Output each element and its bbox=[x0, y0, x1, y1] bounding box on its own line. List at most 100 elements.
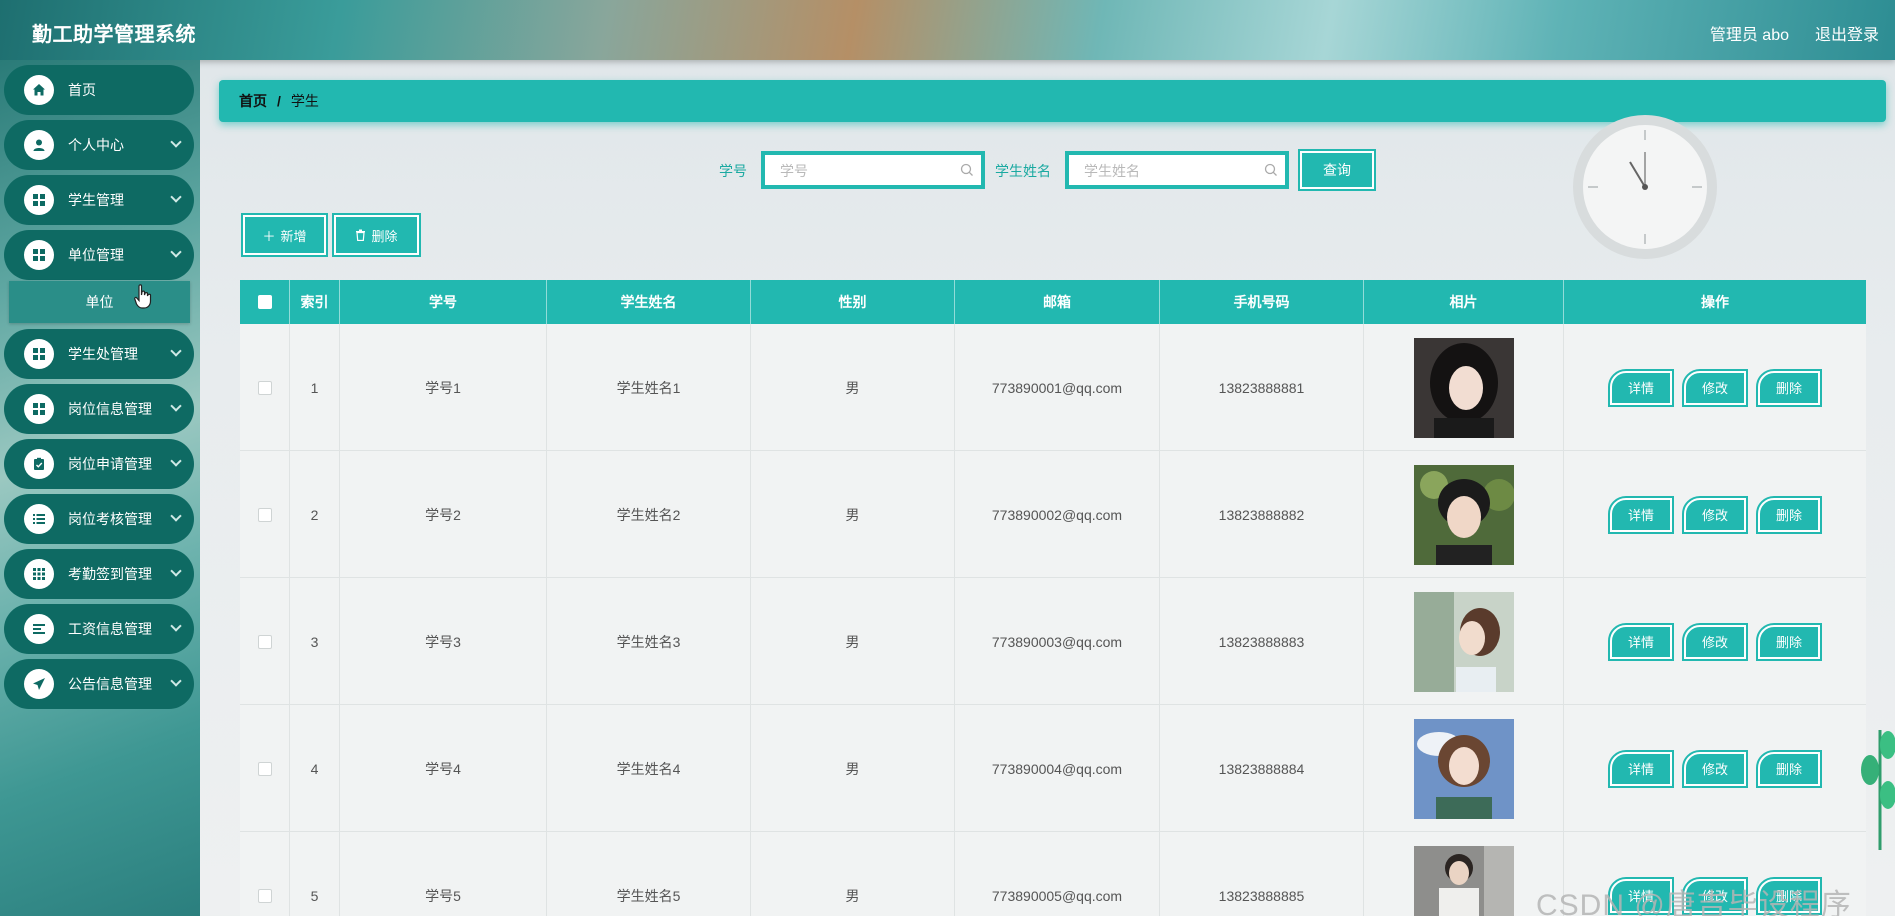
delete-button[interactable]: 删除 bbox=[1756, 368, 1822, 407]
sidebar-item-personal-center[interactable]: 个人中心 bbox=[4, 120, 194, 170]
detail-button[interactable]: 详情 bbox=[1608, 749, 1674, 788]
row-select-cell bbox=[240, 451, 290, 578]
edit-button[interactable]: 修改 bbox=[1682, 495, 1748, 534]
index-cell: 3 bbox=[290, 578, 340, 705]
chevron-down-icon bbox=[170, 246, 182, 258]
photo-cell bbox=[1364, 832, 1564, 916]
add-button[interactable]: ＋ 新增 bbox=[241, 213, 328, 257]
user-icon bbox=[24, 130, 54, 160]
student-photo bbox=[1413, 591, 1514, 692]
select-all-cell bbox=[240, 280, 290, 324]
align-icon bbox=[24, 614, 54, 644]
top-header: 勤工助学管理系统 管理员 abo 退出登录 bbox=[0, 0, 1895, 60]
chevron-down-icon bbox=[170, 191, 182, 203]
sidebar-item-notice-mgmt[interactable]: 公告信息管理 bbox=[4, 659, 194, 709]
breadcrumb-current: 学生 bbox=[290, 93, 319, 109]
row-select-cell bbox=[240, 705, 290, 832]
clock-decoration-icon bbox=[1573, 115, 1717, 259]
student-photo bbox=[1413, 464, 1514, 565]
photo-cell bbox=[1364, 324, 1564, 451]
student-name-label: 学生姓名 bbox=[995, 163, 1051, 179]
sidebar-item-job-info-mgmt[interactable]: 岗位信息管理 bbox=[4, 384, 194, 434]
delete-button[interactable]: 删除 bbox=[1756, 622, 1822, 661]
phone-cell: 13823888883 bbox=[1160, 578, 1364, 705]
select-all-checkbox[interactable] bbox=[257, 295, 272, 309]
sidebar-item-label: 岗位申请管理 bbox=[68, 456, 152, 472]
photo-cell bbox=[1364, 451, 1564, 578]
row-select-cell bbox=[240, 832, 290, 916]
edit-button[interactable]: 修改 bbox=[1682, 368, 1748, 407]
sidebar-item-label: 个人中心 bbox=[68, 137, 124, 153]
apps-icon bbox=[24, 559, 54, 589]
row-checkbox[interactable] bbox=[257, 761, 272, 776]
sidebar-item-label: 岗位信息管理 bbox=[68, 401, 152, 417]
submenu-item-unit[interactable]: 单位 bbox=[9, 281, 190, 323]
table-row: 4 学号4 学生姓名4 男 773890004@qq.com 138238888… bbox=[240, 705, 1866, 832]
gender-cell: 男 bbox=[751, 324, 955, 451]
sidebar-item-unit-mgmt[interactable]: 单位管理 bbox=[4, 230, 194, 280]
search-icon bbox=[1264, 163, 1277, 176]
plus-icon: ＋ bbox=[262, 228, 276, 244]
batch-delete-button[interactable]: 删除 bbox=[332, 213, 421, 257]
table-row: 1 学号1 学生姓名1 男 773890001@qq.com 138238888… bbox=[240, 324, 1866, 451]
student-name-cell: 学生姓名1 bbox=[547, 324, 751, 451]
breadcrumb-separator: / bbox=[277, 93, 281, 109]
chevron-down-icon bbox=[170, 136, 182, 148]
sidebar-item-attendance-mgmt[interactable]: 考勤签到管理 bbox=[4, 549, 194, 599]
email-cell: 773890002@qq.com bbox=[955, 451, 1160, 578]
student-name-cell: 学生姓名4 bbox=[547, 705, 751, 832]
student-photo bbox=[1413, 337, 1514, 438]
student-no-search-box bbox=[761, 151, 985, 189]
delete-button-label: 删除 bbox=[371, 228, 398, 244]
row-checkbox[interactable] bbox=[257, 888, 272, 903]
edit-button[interactable]: 修改 bbox=[1682, 622, 1748, 661]
chevron-down-icon bbox=[170, 510, 182, 522]
row-select-cell bbox=[240, 578, 290, 705]
grid-icon bbox=[24, 240, 54, 270]
student-name-cell: 学生姓名5 bbox=[547, 832, 751, 916]
student-name-cell: 学生姓名2 bbox=[547, 451, 751, 578]
watermark-text: CSDN @唐吉毕设程序 bbox=[1536, 889, 1852, 916]
detail-button[interactable]: 详情 bbox=[1608, 495, 1674, 534]
photo-cell bbox=[1364, 705, 1564, 832]
logout-link[interactable]: 退出登录 bbox=[1815, 21, 1879, 45]
sidebar-item-job-application-mgmt[interactable]: 岗位申请管理 bbox=[4, 439, 194, 489]
sidebar-item-label: 公告信息管理 bbox=[68, 676, 152, 692]
send-icon bbox=[24, 669, 54, 699]
edit-button[interactable]: 修改 bbox=[1682, 749, 1748, 788]
sidebar-item-student-office-mgmt[interactable]: 学生处管理 bbox=[4, 329, 194, 379]
student-name-input[interactable] bbox=[1074, 158, 1254, 184]
student-no-input[interactable] bbox=[770, 158, 950, 184]
grid-icon bbox=[24, 339, 54, 369]
column-header: 邮箱 bbox=[955, 280, 1160, 324]
query-button[interactable]: 查询 bbox=[1298, 149, 1376, 191]
row-checkbox[interactable] bbox=[257, 380, 272, 395]
detail-button[interactable]: 详情 bbox=[1608, 622, 1674, 661]
student-photo bbox=[1413, 845, 1514, 916]
breadcrumb-home[interactable]: 首页 bbox=[239, 91, 267, 111]
chevron-down-icon bbox=[170, 620, 182, 632]
row-checkbox[interactable] bbox=[257, 634, 272, 649]
phone-cell: 13823888881 bbox=[1160, 324, 1364, 451]
sidebar-item-label: 考勤签到管理 bbox=[68, 566, 152, 582]
column-header: 索引 bbox=[290, 280, 340, 324]
delete-button[interactable]: 删除 bbox=[1756, 749, 1822, 788]
sidebar-item-salary-mgmt[interactable]: 工资信息管理 bbox=[4, 604, 194, 654]
table-header: 索引 学号 学生姓名 性别 邮箱 手机号码 相片 操作 bbox=[240, 280, 1866, 324]
sidebar-item-job-assessment-mgmt[interactable]: 岗位考核管理 bbox=[4, 494, 194, 544]
email-cell: 773890005@qq.com bbox=[955, 832, 1160, 916]
photo-cell bbox=[1364, 578, 1564, 705]
gender-cell: 男 bbox=[751, 451, 955, 578]
column-header: 性别 bbox=[751, 280, 955, 324]
delete-button[interactable]: 删除 bbox=[1756, 495, 1822, 534]
list-icon bbox=[24, 504, 54, 534]
chevron-down-icon bbox=[170, 675, 182, 687]
chevron-down-icon bbox=[170, 455, 182, 467]
student-no-cell: 学号5 bbox=[340, 832, 547, 916]
detail-button[interactable]: 详情 bbox=[1608, 368, 1674, 407]
sidebar-item-student-mgmt[interactable]: 学生管理 bbox=[4, 175, 194, 225]
grid-icon bbox=[24, 185, 54, 215]
sidebar-item-home[interactable]: 首页 bbox=[4, 65, 194, 115]
row-checkbox[interactable] bbox=[257, 507, 272, 522]
plant-decoration-icon bbox=[1861, 730, 1895, 850]
